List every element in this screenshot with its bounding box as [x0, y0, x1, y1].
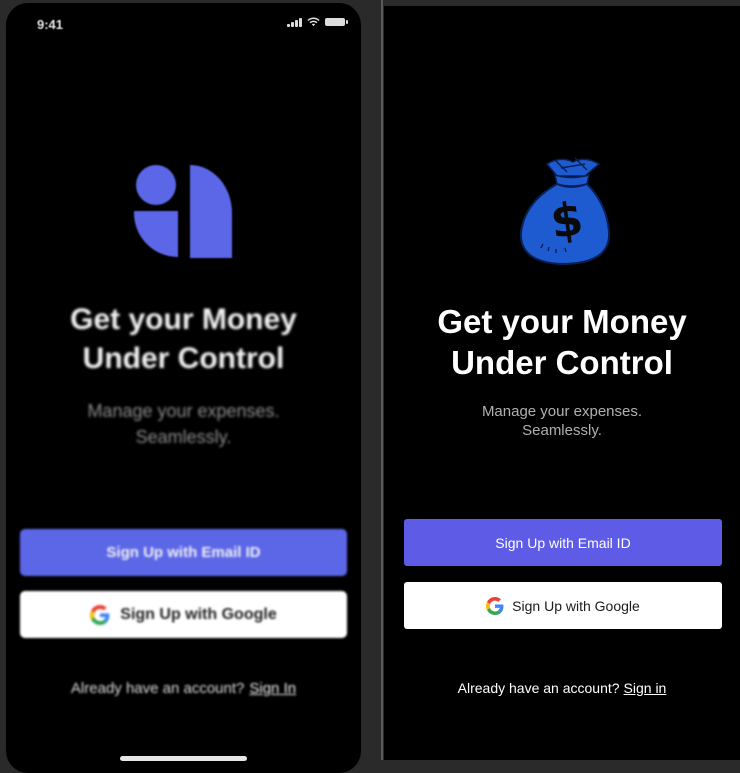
- signup-email-label: Sign Up with Email ID: [495, 534, 631, 551]
- money-bag-icon: $: [519, 157, 611, 266]
- signup-email-label: Sign Up with Email ID: [106, 544, 261, 561]
- cellular-signal-icon: [287, 17, 302, 27]
- page-subtitle: Manage your expenses. Seamlessly.: [6, 398, 361, 450]
- page-title: Get your Money Under Control: [384, 301, 740, 383]
- signin-prompt: Already have an account? Sign In: [6, 680, 361, 697]
- signup-google-label: Sign Up with Google: [512, 597, 640, 614]
- subtitle-line-2: Seamlessly.: [135, 427, 232, 447]
- status-time: 9:41: [37, 17, 64, 32]
- signup-email-button[interactable]: Sign Up with Email ID: [404, 519, 722, 566]
- signup-google-button[interactable]: Sign Up with Google: [20, 591, 347, 638]
- title-line-2: Under Control: [451, 344, 673, 381]
- app-screen: $ Get your Money Under Control Manage yo…: [384, 6, 740, 760]
- subtitle-line-1: Manage your expenses.: [481, 403, 643, 420]
- signup-google-button[interactable]: Sign Up with Google: [404, 582, 722, 629]
- signin-link[interactable]: Sign in: [624, 680, 667, 696]
- subtitle-line-1: Manage your expenses.: [87, 401, 280, 421]
- app-logo-icon: [134, 165, 232, 258]
- signup-google-label: Sign Up with Google: [120, 605, 277, 623]
- home-indicator: [120, 756, 247, 761]
- signin-link[interactable]: Sign In: [249, 680, 296, 697]
- page-title: Get your Money Under Control: [6, 300, 361, 378]
- wifi-icon: [307, 17, 320, 27]
- signin-prompt-text: Already have an account?: [457, 680, 620, 696]
- design-mockup-phone: 9:41 Get your Money Under Control Manage…: [6, 3, 361, 773]
- subtitle-line-2: Seamlessly.: [522, 422, 602, 439]
- signin-prompt: Already have an account? Sign in: [384, 680, 740, 696]
- panel-divider: [381, 0, 383, 760]
- title-line-1: Get your Money: [70, 303, 297, 336]
- google-icon: [90, 604, 110, 625]
- signin-prompt-text: Already have an account?: [70, 680, 245, 697]
- page-subtitle: Manage your expenses. Seamlessly.: [384, 402, 740, 440]
- battery-icon: [325, 18, 348, 26]
- status-icons: [287, 17, 348, 27]
- google-icon: [486, 596, 504, 615]
- signup-email-button[interactable]: Sign Up with Email ID: [20, 529, 347, 576]
- title-line-1: Get your Money: [437, 303, 687, 340]
- status-bar: 9:41: [6, 3, 361, 43]
- title-line-2: Under Control: [82, 342, 285, 375]
